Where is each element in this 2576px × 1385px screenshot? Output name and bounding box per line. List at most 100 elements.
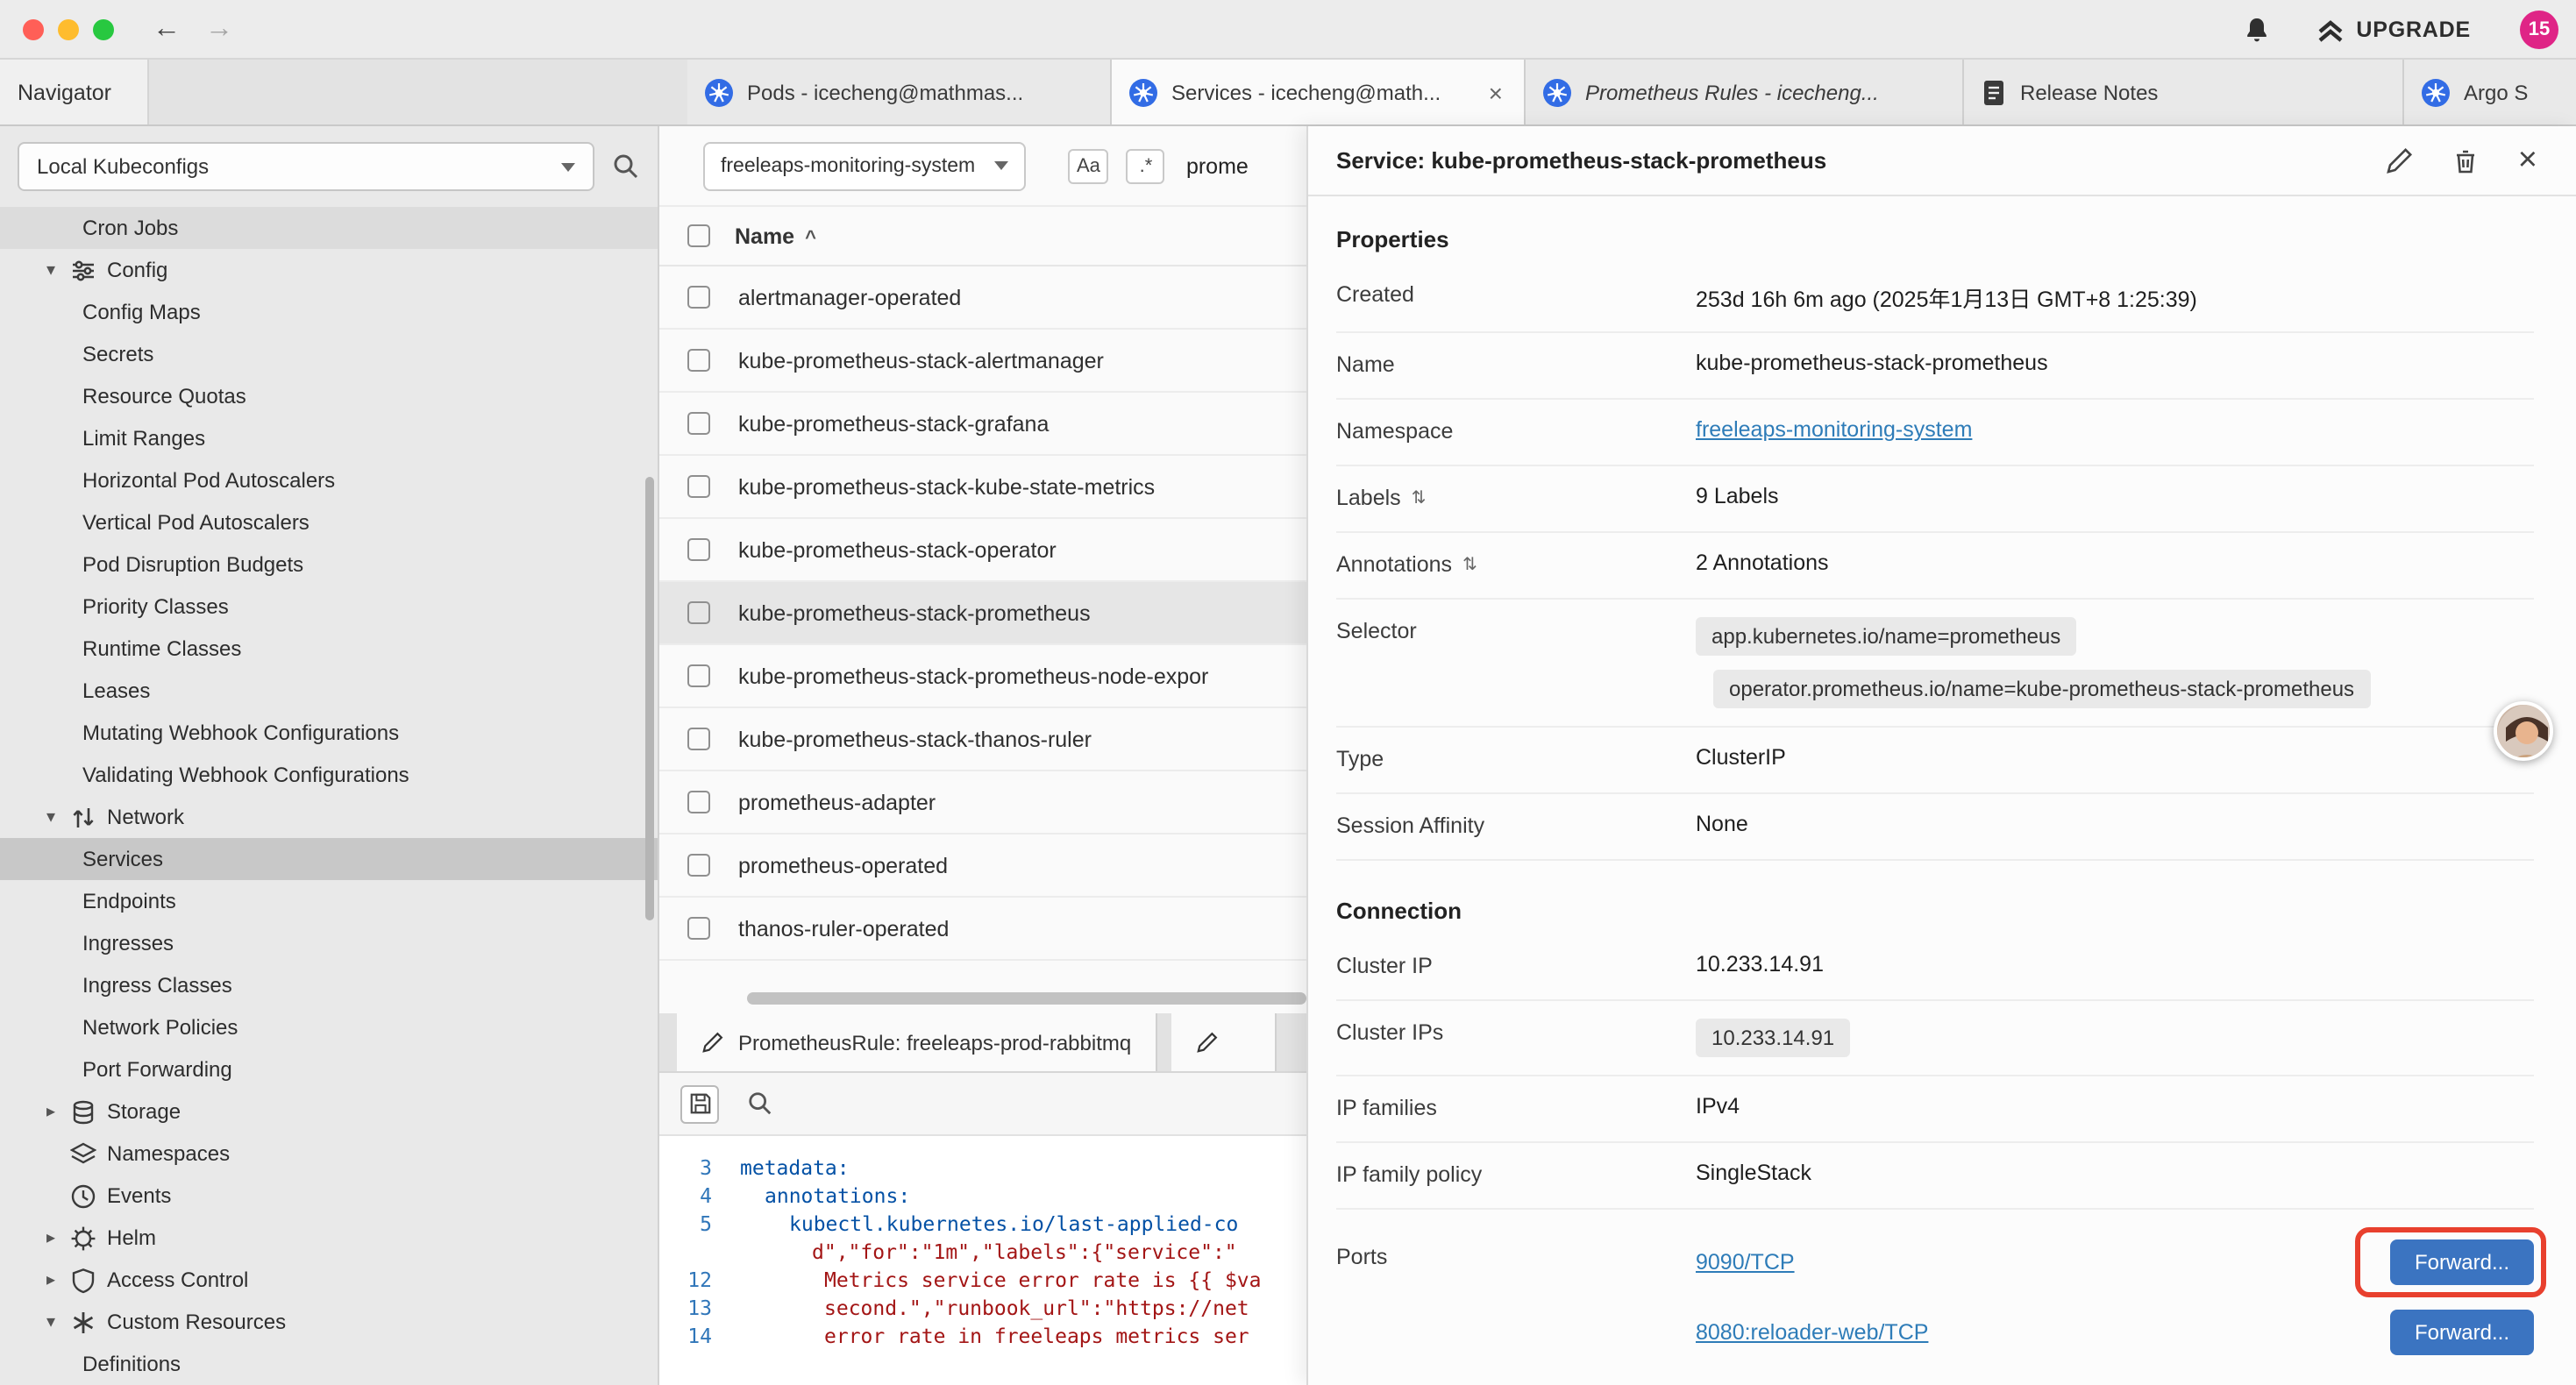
asterisk-icon <box>70 1309 96 1335</box>
line-number: 3 <box>659 1154 740 1182</box>
namespaces-icon <box>70 1140 96 1167</box>
sidebar-item-runtime-classes[interactable]: Runtime Classes <box>0 628 658 670</box>
row-checkbox[interactable] <box>687 349 710 372</box>
sidebar-group-helm[interactable]: ▸ Helm <box>0 1217 658 1259</box>
dock-tab-partial[interactable] <box>1171 1013 1277 1071</box>
sidebar-item-definitions[interactable]: Definitions <box>0 1343 658 1385</box>
tab-pods[interactable]: Pods - icecheng@mathmas... <box>687 60 1112 124</box>
detail-row-selector: Selector app.kubernetes.io/name=promethe… <box>1336 600 2534 728</box>
sidebar-search-icon[interactable] <box>612 153 640 181</box>
drawer-title: Service: kube-prometheus-stack-prometheu… <box>1336 147 1826 174</box>
row-checkbox[interactable] <box>687 475 710 498</box>
back-arrow-icon[interactable]: ← <box>153 15 181 43</box>
row-checkbox[interactable] <box>687 917 710 940</box>
sidebar-item-leases[interactable]: Leases <box>0 670 658 712</box>
scrollbar-thumb[interactable] <box>747 992 1306 1005</box>
kubeconfig-selector[interactable]: Local Kubeconfigs <box>18 142 594 191</box>
zoom-window-button[interactable] <box>93 18 114 39</box>
tab-close-icon[interactable]: × <box>1485 78 1506 106</box>
row-checkbox[interactable] <box>687 286 710 309</box>
notifications-bell-icon[interactable] <box>2242 15 2270 43</box>
tab-prometheus-rules[interactable]: Prometheus Rules - icecheng... <box>1526 60 1964 124</box>
sidebar-group-access-control[interactable]: ▸ Access Control <box>0 1259 658 1301</box>
sidebar-item-validating-webhook-configurations[interactable]: Validating Webhook Configurations <box>0 754 658 796</box>
close-icon[interactable]: × <box>2518 144 2537 177</box>
sidebar-group-network[interactable]: ▾ Network <box>0 796 658 838</box>
forward-button[interactable]: Forward... <box>2390 1310 2534 1355</box>
sidebar-item-namespaces[interactable]: Namespaces <box>0 1133 658 1175</box>
edit-pencil-icon[interactable] <box>2385 146 2413 174</box>
row-checkbox[interactable] <box>687 728 710 750</box>
row-checkbox[interactable] <box>687 854 710 877</box>
sidebar-item-ingress-classes[interactable]: Ingress Classes <box>0 964 658 1006</box>
sidebar-item-port-forwarding[interactable]: Port Forwarding <box>0 1048 658 1090</box>
code-line: Metrics service error rate is {{ $va <box>740 1266 1262 1294</box>
dock-tab-prometheusrule[interactable]: PrometheusRule: freeleaps-prod-rabbitmq <box>677 1013 1157 1071</box>
tab-label: Services - icecheng@math... <box>1171 80 1471 104</box>
annotations-expander[interactable]: Annotations ⇅ <box>1336 550 1696 577</box>
match-case-toggle[interactable]: Aa <box>1068 148 1109 183</box>
select-all-checkbox[interactable] <box>687 224 710 247</box>
save-button[interactable] <box>680 1084 719 1123</box>
labels-expander[interactable]: Labels ⇅ <box>1336 484 1696 510</box>
regex-toggle[interactable]: .* <box>1127 148 1165 183</box>
sidebar-item-horizontal-pod-autoscalers[interactable]: Horizontal Pod Autoscalers <box>0 459 658 501</box>
selector-chip: operator.prometheus.io/name=kube-prometh… <box>1713 670 2370 708</box>
sidebar-group-storage[interactable]: ▸ Storage <box>0 1090 658 1133</box>
port-link[interactable]: 9090/TCP <box>1696 1250 1795 1275</box>
sidebar-item-config-maps[interactable]: Config Maps <box>0 291 658 333</box>
sidebar-item-endpoints[interactable]: Endpoints <box>0 880 658 922</box>
namespace-link[interactable]: freeleaps-monitoring-system <box>1696 417 1972 442</box>
sidebar-group-custom-resources[interactable]: ▾ Custom Resources <box>0 1301 658 1343</box>
detail-row-created: Created 253d 16h 6m ago (2025年1月13日 GMT+… <box>1336 263 2534 333</box>
sidebar-item-cron-jobs[interactable]: Cron Jobs <box>0 207 658 249</box>
sidebar-item-ingresses[interactable]: Ingresses <box>0 922 658 964</box>
sidebar-item-network-policies[interactable]: Network Policies <box>0 1006 658 1048</box>
row-checkbox[interactable] <box>687 664 710 687</box>
expand-updown-icon: ⇅ <box>1462 555 1477 574</box>
notification-count-badge[interactable]: 15 <box>2520 10 2558 48</box>
tab-release-notes[interactable]: Release Notes <box>1964 60 2404 124</box>
sidebar-item-mutating-webhook-configurations[interactable]: Mutating Webhook Configurations <box>0 712 658 754</box>
tab-services[interactable]: Services - icecheng@math... × <box>1112 60 1526 124</box>
row-checkbox[interactable] <box>687 412 710 435</box>
tab-argo[interactable]: Argo S <box>2404 60 2576 124</box>
close-window-button[interactable] <box>23 18 44 39</box>
editor-search-icon[interactable] <box>747 1090 773 1117</box>
detail-row-session-affinity: Session Affinity None <box>1336 794 2534 861</box>
namespace-filter-select[interactable]: freeleaps-monitoring-system <box>703 141 1026 190</box>
tab-label: Pods - icecheng@mathmas... <box>747 80 1092 104</box>
sidebar-item-vertical-pod-autoscalers[interactable]: Vertical Pod Autoscalers <box>0 501 658 543</box>
upgrade-button[interactable]: UPGRADE <box>2316 15 2471 43</box>
sidebar-item-events[interactable]: Events <box>0 1175 658 1217</box>
sidebar-item-services[interactable]: Services <box>0 838 658 880</box>
sidebar-scrollbar[interactable] <box>645 477 654 920</box>
port-link[interactable]: 8080:reloader-web/TCP <box>1696 1320 1928 1345</box>
forward-arrow-icon[interactable]: → <box>205 15 233 43</box>
upgrade-label: UPGRADE <box>2356 17 2471 41</box>
cluster-ip-chip: 10.233.14.91 <box>1696 1019 1850 1057</box>
name-column-header[interactable]: Name ^ <box>735 224 816 248</box>
service-detail-drawer: Service: kube-prometheus-stack-prometheu… <box>1306 126 2576 1385</box>
avatar[interactable] <box>2494 701 2553 761</box>
sidebar-item-limit-ranges[interactable]: Limit Ranges <box>0 417 658 459</box>
delete-trash-icon[interactable] <box>2451 146 2480 174</box>
sidebar-item-pod-disruption-budgets[interactable]: Pod Disruption Budgets <box>0 543 658 586</box>
drawer-header: Service: kube-prometheus-stack-prometheu… <box>1308 126 2576 196</box>
kubernetes-icon <box>705 78 733 106</box>
minimize-window-button[interactable] <box>58 18 79 39</box>
section-heading-connection: Connection <box>1336 885 2534 934</box>
sidebar-item-secrets[interactable]: Secrets <box>0 333 658 375</box>
sidebar-item-resource-quotas[interactable]: Resource Quotas <box>0 375 658 417</box>
pencil-icon <box>701 1031 724 1054</box>
forward-button[interactable]: Forward... <box>2390 1239 2534 1285</box>
row-checkbox[interactable] <box>687 538 710 561</box>
sidebar-item-priority-classes[interactable]: Priority Classes <box>0 586 658 628</box>
row-checkbox[interactable] <box>687 791 710 813</box>
section-heading-properties: Properties <box>1336 214 2534 263</box>
line-number: 4 <box>659 1182 740 1210</box>
code-line: second.","runbook_url":"https://net <box>740 1294 1249 1322</box>
sidebar-group-config[interactable]: ▾ Config <box>0 249 658 291</box>
row-checkbox[interactable] <box>687 601 710 624</box>
chevron-right-icon: ▸ <box>42 1228 60 1247</box>
